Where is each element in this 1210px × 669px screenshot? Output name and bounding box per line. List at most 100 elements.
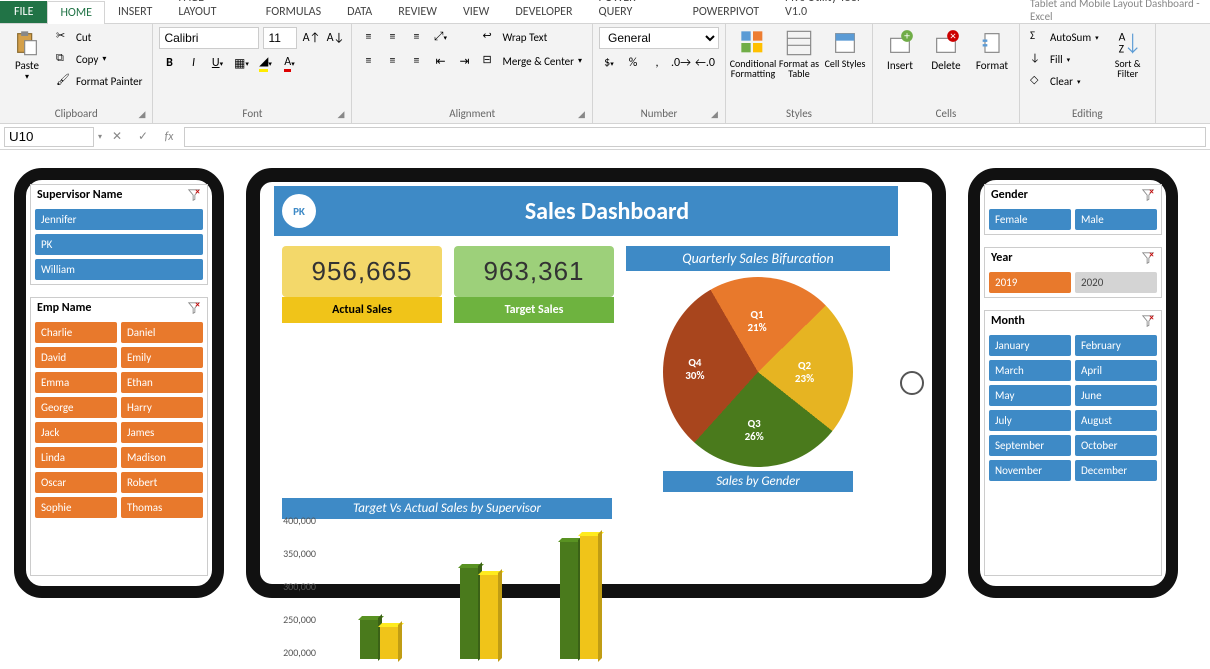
decrease-indent-icon[interactable]: ⇤: [430, 51, 450, 71]
align-top-icon[interactable]: ≡: [358, 27, 378, 47]
tab-data[interactable]: DATA: [334, 0, 385, 23]
clear-filter-icon[interactable]: [1141, 314, 1155, 328]
align-bottom-icon[interactable]: ≡: [406, 27, 426, 47]
slicer-item[interactable]: September: [989, 435, 1071, 456]
tab-review[interactable]: REVIEW: [385, 0, 450, 23]
font-launcher[interactable]: ◢: [337, 109, 349, 121]
underline-button[interactable]: U▾: [207, 53, 227, 73]
clear-button[interactable]: ◇Clear▾: [1026, 71, 1103, 91]
formula-input[interactable]: [184, 127, 1206, 147]
slicer-item[interactable]: Sophie: [35, 497, 117, 518]
clear-filter-icon[interactable]: [187, 188, 201, 202]
tab-insert[interactable]: INSERT: [105, 0, 165, 23]
slicer-item[interactable]: Jack: [35, 422, 117, 443]
autosum-button[interactable]: ΣAutoSum▾: [1026, 27, 1103, 47]
clipboard-launcher[interactable]: ◢: [138, 109, 150, 121]
slicer-item[interactable]: June: [1075, 385, 1157, 406]
bold-button[interactable]: B: [159, 53, 179, 73]
slicer-item[interactable]: December: [1075, 460, 1157, 481]
slicer-item[interactable]: Harry: [121, 397, 203, 418]
slicer-item[interactable]: January: [989, 335, 1071, 356]
increase-indent-icon[interactable]: ⇥: [454, 51, 474, 71]
cut-button[interactable]: ✂Cut: [52, 27, 146, 47]
slicer-item[interactable]: PK: [35, 234, 203, 255]
copy-button[interactable]: ⧉Copy▾: [52, 49, 146, 69]
percent-icon[interactable]: %: [623, 53, 643, 73]
slicer-item[interactable]: November: [989, 460, 1071, 481]
slicer-item[interactable]: William: [35, 259, 203, 280]
slicer-item[interactable]: 2019: [989, 272, 1071, 293]
align-left-icon[interactable]: ≡: [358, 51, 378, 71]
fill-color-button[interactable]: ◢▾: [255, 53, 275, 73]
tab-developer[interactable]: DEVELOPER: [502, 0, 585, 23]
tab-pk-utility[interactable]: PK's Utility Tool V1.0: [772, 0, 890, 23]
slicer-item[interactable]: Ethan: [121, 372, 203, 393]
slicer-item[interactable]: Robert: [121, 472, 203, 493]
slicer-item[interactable]: Female: [989, 209, 1071, 230]
slicer-item[interactable]: March: [989, 360, 1071, 381]
sort-filter-button[interactable]: AZSort & Filter: [1107, 27, 1149, 79]
slicer-item[interactable]: October: [1075, 435, 1157, 456]
decrease-decimal-icon[interactable]: ←.0: [695, 53, 715, 73]
home-button-icon[interactable]: [900, 371, 924, 395]
borders-button[interactable]: ▦▾: [231, 53, 251, 73]
cancel-formula-icon[interactable]: ✕: [106, 129, 128, 144]
slicer-item[interactable]: Jennifer: [35, 209, 203, 230]
slicer-item[interactable]: David: [35, 347, 117, 368]
orientation-icon[interactable]: ⤢▾: [430, 27, 450, 47]
align-middle-icon[interactable]: ≡: [382, 27, 402, 47]
cell-styles-button[interactable]: Cell Styles: [824, 27, 866, 69]
slicer-item[interactable]: James: [121, 422, 203, 443]
worksheet[interactable]: Supervisor Name JenniferPKWilliam Emp Na…: [0, 150, 1210, 616]
number-launcher[interactable]: ◢: [711, 109, 723, 121]
slicer-item[interactable]: April: [1075, 360, 1157, 381]
wrap-text-button[interactable]: ↩Wrap Text: [478, 27, 586, 47]
format-painter-button[interactable]: 🖌Format Painter: [52, 71, 146, 91]
slicer-item[interactable]: Charlie: [35, 322, 117, 343]
delete-cells-button[interactable]: ×Delete: [925, 27, 967, 72]
insert-cells-button[interactable]: +Insert: [879, 27, 921, 72]
slicer-item[interactable]: July: [989, 410, 1071, 431]
slicer-item[interactable]: Male: [1075, 209, 1157, 230]
tab-formulas[interactable]: FORMULAS: [253, 0, 334, 23]
font-name-combo[interactable]: [159, 27, 259, 49]
tab-home[interactable]: HOME: [47, 1, 105, 24]
format-as-table-button[interactable]: Format as Table: [778, 27, 820, 79]
fx-icon[interactable]: fx: [158, 130, 180, 144]
conditional-formatting-button[interactable]: Conditional Formatting: [732, 27, 774, 79]
clear-filter-icon[interactable]: [187, 301, 201, 315]
tab-view[interactable]: VIEW: [450, 0, 502, 23]
slicer-item[interactable]: August: [1075, 410, 1157, 431]
clear-filter-icon[interactable]: [1141, 251, 1155, 265]
alignment-launcher[interactable]: ◢: [578, 109, 590, 121]
font-color-button[interactable]: A▾: [279, 53, 299, 73]
italic-button[interactable]: I: [183, 53, 203, 73]
tab-power-query[interactable]: POWER QUERY: [586, 0, 680, 23]
slicer-item[interactable]: George: [35, 397, 117, 418]
slicer-item[interactable]: Thomas: [121, 497, 203, 518]
increase-decimal-icon[interactable]: .0→: [671, 53, 691, 73]
tab-page-layout[interactable]: PAGE LAYOUT: [165, 0, 252, 23]
decrease-font-icon[interactable]: A↓: [325, 28, 345, 48]
slicer-item[interactable]: Daniel: [121, 322, 203, 343]
slicer-item[interactable]: Madison: [121, 447, 203, 468]
slicer-item[interactable]: 2020: [1075, 272, 1157, 293]
slicer-item[interactable]: February: [1075, 335, 1157, 356]
slicer-item[interactable]: Emily: [121, 347, 203, 368]
slicer-item[interactable]: Emma: [35, 372, 117, 393]
slicer-item[interactable]: May: [989, 385, 1071, 406]
increase-font-icon[interactable]: A↑: [301, 28, 321, 48]
format-cells-button[interactable]: Format: [971, 27, 1013, 72]
currency-icon[interactable]: $▾: [599, 53, 619, 73]
slicer-body[interactable]: CharlieDanielDavidEmilyEmmaEthanGeorgeHa…: [31, 318, 207, 522]
number-format-select[interactable]: General: [599, 27, 719, 49]
clear-filter-icon[interactable]: [1141, 188, 1155, 202]
tab-powerpivot[interactable]: POWERPIVOT: [680, 0, 772, 23]
name-box[interactable]: [4, 127, 94, 147]
enter-formula-icon[interactable]: ✓: [132, 129, 154, 144]
file-tab[interactable]: FILE: [0, 1, 47, 23]
fill-button[interactable]: ↓Fill▾: [1026, 49, 1103, 69]
slicer-item[interactable]: Linda: [35, 447, 117, 468]
paste-button[interactable]: Paste▾: [6, 27, 48, 82]
align-right-icon[interactable]: ≡: [406, 51, 426, 71]
